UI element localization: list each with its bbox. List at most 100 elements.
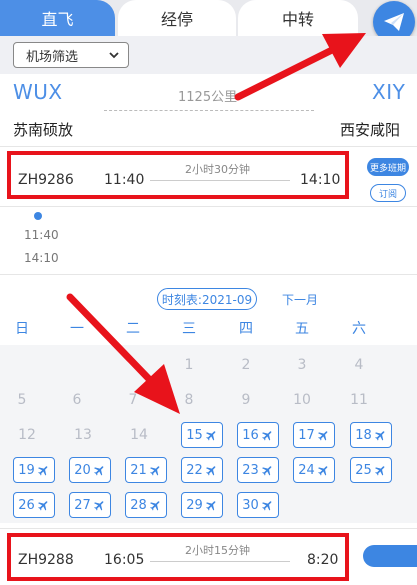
plane-icon <box>317 465 328 475</box>
month-label: 时刻表:2021-09 <box>157 288 257 310</box>
plane-icon <box>261 500 272 510</box>
distance-line <box>104 110 314 111</box>
plane-icon <box>149 465 160 475</box>
flight-day-button[interactable]: 30 <box>237 492 279 518</box>
plane-icon <box>374 465 385 475</box>
day-number: 16 <box>242 427 259 443</box>
flight-day-button[interactable]: 18 <box>350 422 392 448</box>
duration-line <box>150 180 290 181</box>
weekday-sat: 六 <box>352 321 366 337</box>
flight-day-button[interactable]: 20 <box>69 457 111 483</box>
flight-day-button[interactable]: 21 <box>125 457 167 483</box>
flight-duration: 2小时15分钟 <box>185 544 250 557</box>
tab-bar: 直飞 经停 中转 <box>0 0 417 36</box>
day-number: 23 <box>242 462 259 478</box>
airport-filter-select[interactable]: 机场筛选 <box>13 42 129 68</box>
next-month-link[interactable]: 下一月 <box>282 291 318 308</box>
flight-day-button[interactable]: 26 <box>13 492 55 518</box>
weekday-thu: 四 <box>239 321 253 337</box>
calendar-day: 7 <box>128 392 138 408</box>
day-number: 26 <box>18 497 35 513</box>
calendar-day: 9 <box>241 392 251 408</box>
divider <box>0 206 417 207</box>
flight-day-button[interactable]: 29 <box>181 492 223 518</box>
divider <box>0 528 417 529</box>
weekday-mon: 一 <box>70 321 84 337</box>
calendar-day: 10 <box>293 392 311 408</box>
flight-day-button[interactable]: 23 <box>237 457 279 483</box>
flight-day-button[interactable]: 24 <box>293 457 335 483</box>
weekday-sun: 日 <box>15 321 29 337</box>
plane-icon <box>205 465 216 475</box>
subscribe-button[interactable]: 订阅 <box>370 184 406 202</box>
plane-icon <box>317 430 328 440</box>
origin-code: WUX <box>13 80 63 104</box>
timeline-departure: 11:40 <box>24 228 59 242</box>
plane-icon <box>261 430 272 440</box>
destination-code: XIY <box>372 80 406 104</box>
day-number: 25 <box>355 462 372 478</box>
calendar-day: 5 <box>17 392 27 408</box>
plane-icon <box>205 430 216 440</box>
airport-filter-label: 机场筛选 <box>26 49 79 65</box>
plane-icon <box>205 500 216 510</box>
calendar-day: 1 <box>184 357 194 373</box>
plane-icon <box>261 465 272 475</box>
divider <box>0 274 417 275</box>
divider <box>0 146 417 147</box>
destination-airport: 西安咸阳 <box>340 121 401 139</box>
calendar-day: 13 <box>74 427 92 443</box>
flight-day-button[interactable]: 17 <box>293 422 335 448</box>
calendar-day: 2 <box>241 357 251 373</box>
plane-icon <box>37 500 48 510</box>
calendar-day: 3 <box>297 357 307 373</box>
plane-icon <box>374 430 385 440</box>
calendar-day: 6 <box>72 392 82 408</box>
flight-number: ZH9288 <box>18 552 74 568</box>
departure-time: 16:05 <box>104 552 145 568</box>
flight-day-button[interactable]: 28 <box>125 492 167 518</box>
flight-number: ZH9286 <box>18 172 74 188</box>
day-number: 21 <box>130 462 147 478</box>
day-number: 15 <box>186 427 203 443</box>
weekday-fri: 五 <box>295 321 309 337</box>
paper-plane-icon <box>384 13 404 31</box>
flight-day-button[interactable]: 19 <box>13 457 55 483</box>
calendar-day: 8 <box>184 392 194 408</box>
plane-icon <box>93 465 104 475</box>
weekday-tue: 二 <box>126 321 140 337</box>
day-number: 27 <box>74 497 91 513</box>
filter-row: 机场筛选 <box>0 36 417 74</box>
day-number: 20 <box>74 462 91 478</box>
origin-airport: 苏南硕放 <box>13 121 74 139</box>
tab-transfer[interactable]: 中转 <box>238 0 358 36</box>
tab-stopover[interactable]: 经停 <box>118 0 236 36</box>
day-number: 22 <box>186 462 203 478</box>
flight-day-button[interactable]: 22 <box>181 457 223 483</box>
timeline-dot <box>34 212 42 220</box>
calendar-day: 11 <box>350 392 368 408</box>
flight-day-button[interactable]: 27 <box>69 492 111 518</box>
calendar-day: 12 <box>18 427 36 443</box>
day-number: 28 <box>130 497 147 513</box>
route-distance: 1125公里 <box>178 90 238 105</box>
more-schedules-button[interactable]: 更多班期 <box>367 158 409 176</box>
flight-day-button[interactable]: 15 <box>181 422 223 448</box>
watermark <box>363 545 417 567</box>
flight-day-button[interactable]: 25 <box>350 457 392 483</box>
timeline-arrival: 14:10 <box>24 251 59 265</box>
flight-day-button[interactable]: 16 <box>237 422 279 448</box>
day-number: 17 <box>298 427 315 443</box>
day-number: 30 <box>242 497 259 513</box>
day-number: 29 <box>186 497 203 513</box>
tab-direct[interactable]: 直飞 <box>0 0 115 36</box>
day-number: 19 <box>18 462 35 478</box>
arrival-time: 14:10 <box>300 172 341 188</box>
calendar-day: 4 <box>354 357 364 373</box>
flight-duration: 2小时30分钟 <box>185 163 250 176</box>
chevron-down-icon <box>109 52 119 59</box>
weekday-wed: 三 <box>182 321 196 337</box>
duration-line <box>150 561 290 562</box>
plane-icon <box>93 500 104 510</box>
calendar-day: 14 <box>130 427 148 443</box>
